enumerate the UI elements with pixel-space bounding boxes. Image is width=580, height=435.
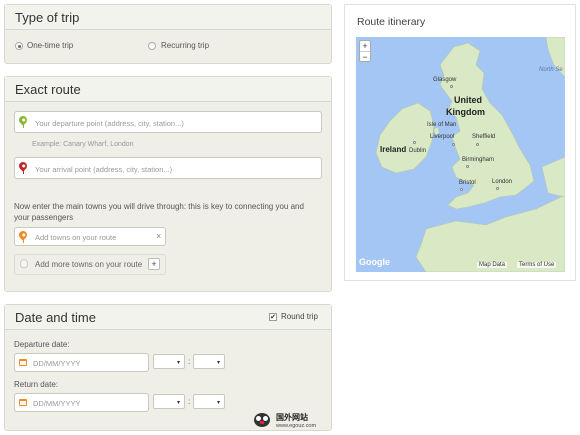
return-time-separator: : (188, 397, 191, 406)
exact-route-title: Exact route (15, 82, 81, 97)
dublin-label: Dublin (409, 148, 427, 154)
zoom-in-button[interactable]: + (360, 41, 370, 51)
london-marker (496, 187, 499, 190)
departure-placeholder: Your departure point (address, city, sta… (35, 119, 184, 128)
glasgow-marker (450, 85, 453, 88)
return-minute-select[interactable]: ▾ (193, 394, 225, 409)
exact-route-header: Exact route (5, 77, 331, 102)
zoom-control: + − (359, 40, 371, 62)
route-itinerary-panel: Route itinerary + − North Se Glasgow Uni… (344, 4, 576, 281)
sheffield-label: Sheffield (472, 134, 496, 140)
uk-label-line2: Kingdom (446, 107, 485, 117)
watermark: 国外网站 www.egouz.com (254, 412, 329, 432)
departure-date-input[interactable]: DD/MM/YYYY (14, 353, 149, 372)
date-time-header: Date and time ✔ Round trip (5, 305, 331, 330)
watermark-url: www.egouz.com (276, 423, 317, 429)
add-town-button[interactable]: + (148, 258, 160, 270)
north-sea-label: North Se (539, 67, 563, 73)
arrival-input[interactable]: Your arrival point (address, city, stati… (14, 157, 322, 179)
towns-instructions: Now enter the main towns you will drive … (14, 202, 304, 222)
bristol-label: Bristol (459, 180, 476, 186)
return-hour-select[interactable]: ▾ (153, 394, 185, 409)
round-trip-label[interactable]: Round trip (281, 312, 318, 321)
date-time-title: Date and time (15, 310, 96, 325)
isle-of-man-label: Isle of Man (427, 122, 457, 128)
recurring-trip-label[interactable]: Recurring trip (161, 41, 209, 50)
zoom-out-button[interactable]: − (360, 51, 370, 62)
trip-type-header: Type of trip (5, 5, 331, 30)
watermark-text: 国外网站 (276, 413, 308, 422)
return-hour-caret-icon: ▾ (176, 400, 180, 406)
ireland-label: Ireland (380, 145, 407, 154)
departure-input[interactable]: Your departure point (address, city, sta… (14, 111, 322, 133)
trip-type-title: Type of trip (15, 10, 80, 25)
return-calendar-icon (19, 399, 27, 406)
departure-pin-stem (22, 124, 24, 128)
departure-hour-caret-icon: ▾ (176, 360, 180, 366)
departure-minute-caret-icon: ▾ (216, 360, 220, 366)
towns-placeholder: Add towns on your route (35, 233, 117, 242)
birmingham-marker (466, 165, 469, 168)
birmingham-label: Birmingham (462, 157, 495, 163)
add-more-towns-label: Add more towns on your route (35, 260, 143, 269)
departure-date-placeholder: DD/MM/YYYY (33, 359, 81, 368)
liverpool-label: Liverpool (430, 134, 455, 140)
departure-minute-select[interactable]: ▾ (193, 354, 225, 369)
sheffield-marker (476, 143, 479, 146)
owl-logo-icon (254, 413, 270, 427)
departure-hour-select[interactable]: ▾ (153, 354, 185, 369)
return-minute-caret-icon: ▾ (216, 400, 220, 406)
return-date-input[interactable]: DD/MM/YYYY (14, 393, 149, 412)
towns-clear-button[interactable]: × (156, 231, 161, 241)
uk-label-line1: United (454, 95, 482, 105)
route-itinerary-title: Route itinerary (357, 16, 426, 28)
dublin-marker (413, 141, 416, 144)
round-trip-checkbox[interactable]: ✔ (269, 313, 277, 321)
map[interactable]: + − North Se Glasgow United Kingdom Isle… (356, 37, 565, 272)
exact-route-panel: Exact route Your departure point (addres… (4, 76, 332, 292)
add-more-towns-row[interactable]: Add more towns on your route + (14, 254, 166, 275)
lightbulb-icon (20, 259, 28, 268)
map-data-link[interactable]: Map Data (477, 262, 508, 268)
departure-time-separator: : (188, 357, 191, 366)
arrival-pin-stem (22, 170, 24, 174)
return-date-label: Return date: (14, 380, 59, 389)
liverpool-marker (452, 143, 455, 146)
departure-example: Example: Canary Wharf, London (32, 141, 134, 148)
towns-input[interactable]: Add towns on your route × (14, 227, 166, 246)
recurring-trip-radio[interactable] (148, 42, 156, 50)
towns-pin-stem (22, 239, 24, 243)
return-date-placeholder: DD/MM/YYYY (33, 399, 81, 408)
one-time-trip-label[interactable]: One-time trip (27, 41, 73, 50)
departure-calendar-icon (19, 359, 27, 366)
bristol-marker (460, 188, 463, 191)
google-logo: Google (359, 257, 390, 267)
glasgow-label: Glasgow (433, 77, 457, 83)
one-time-trip-radio[interactable] (15, 42, 23, 50)
arrival-placeholder: Your arrival point (address, city, stati… (35, 165, 173, 174)
map-land-shapes (375, 37, 565, 272)
departure-date-label: Departure date: (14, 340, 70, 349)
london-label: London (492, 179, 513, 185)
terms-of-use-link[interactable]: Terms of Use (517, 262, 557, 268)
trip-type-panel: Type of trip One-time trip Recurring tri… (4, 4, 332, 64)
